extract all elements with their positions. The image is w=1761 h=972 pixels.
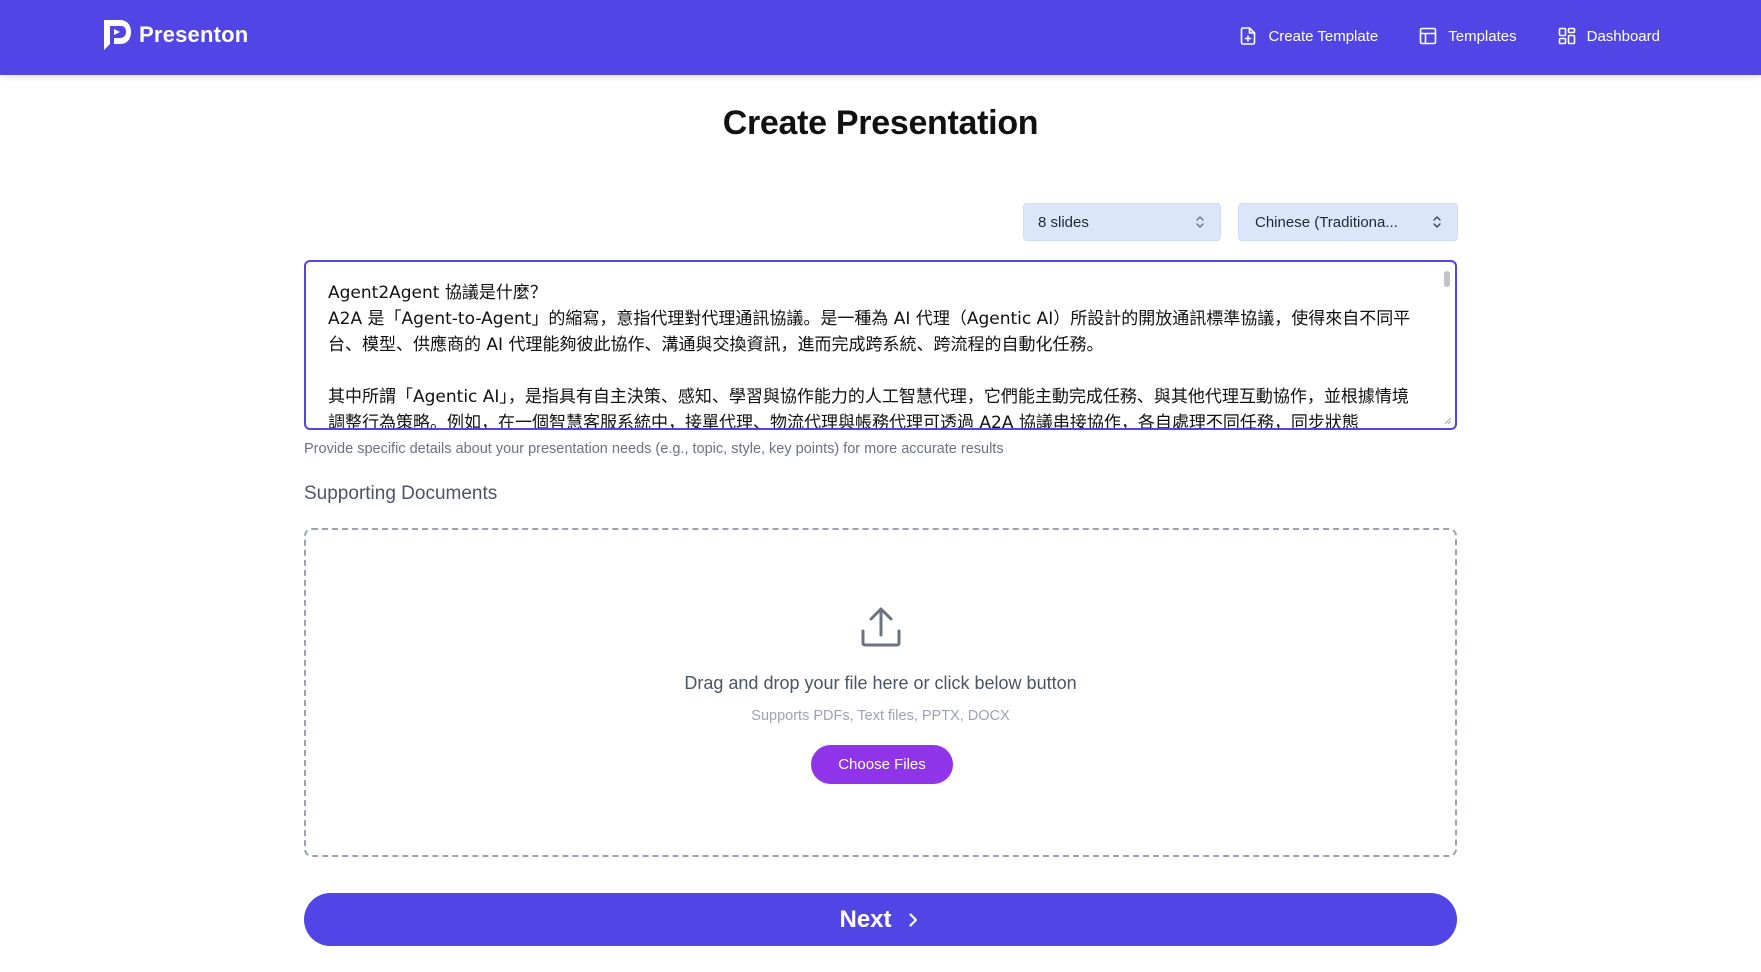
file-plus-icon [1241, 27, 1256, 45]
prompt-scrollbar[interactable] [1444, 271, 1450, 287]
choose-files-button[interactable]: Choose Files [811, 745, 953, 784]
nav-templates-label: Templates [1448, 27, 1517, 45]
file-dropzone[interactable]: Drag and drop your file here or click be… [304, 528, 1457, 857]
next-button-label: Next [839, 905, 892, 933]
prompt-textarea[interactable]: Agent2Agent 協議是什麼？ A2A 是「Agent-to-Agent」… [304, 260, 1457, 430]
chevron-right-icon [908, 912, 917, 927]
language-value: Chinese (Traditiona... [1255, 213, 1398, 231]
presenton-logo-icon [104, 20, 131, 50]
nav-dashboard-label: Dashboard [1586, 27, 1660, 45]
chevron-up-down-icon [1433, 216, 1441, 228]
dropzone-title: Drag and drop your file here or click be… [684, 673, 1077, 693]
resize-handle-icon[interactable] [1443, 416, 1452, 425]
prompt-hint: Provide specific details about your pres… [304, 441, 1004, 457]
upload-icon [861, 607, 901, 647]
slide-count-value: 8 slides [1038, 213, 1089, 231]
main-nav: Create Template Templates Dashboard [1238, 22, 1660, 50]
page-title: Create Presentation [722, 104, 1039, 142]
dropzone-supported-types: Supports PDFs, Text files, PPTX, DOCX [751, 708, 1010, 724]
nav-dashboard[interactable]: Dashboard [1557, 22, 1660, 50]
nav-create-template-label: Create Template [1268, 27, 1379, 45]
supporting-documents-label: Supporting Documents [304, 483, 498, 504]
grid-icon [1558, 27, 1575, 45]
top-navigation-bar: Presenton Create Template Templates Dash… [0, 0, 1761, 75]
nav-templates[interactable]: Templates [1418, 22, 1517, 50]
presenton-logo[interactable]: Presenton [101, 17, 248, 53]
language-select[interactable]: Chinese (Traditiona... [1238, 203, 1458, 241]
next-button[interactable]: Next [304, 893, 1457, 946]
prompt-text[interactable]: Agent2Agent 協議是什麼？ A2A 是「Agent-to-Agent」… [328, 280, 1425, 428]
slide-count-select[interactable]: 8 slides [1023, 203, 1221, 241]
layout-icon [1419, 27, 1437, 45]
app-name: Presenton [139, 22, 249, 47]
chevron-up-down-icon [1196, 216, 1204, 228]
nav-create-template[interactable]: Create Template [1238, 22, 1378, 50]
